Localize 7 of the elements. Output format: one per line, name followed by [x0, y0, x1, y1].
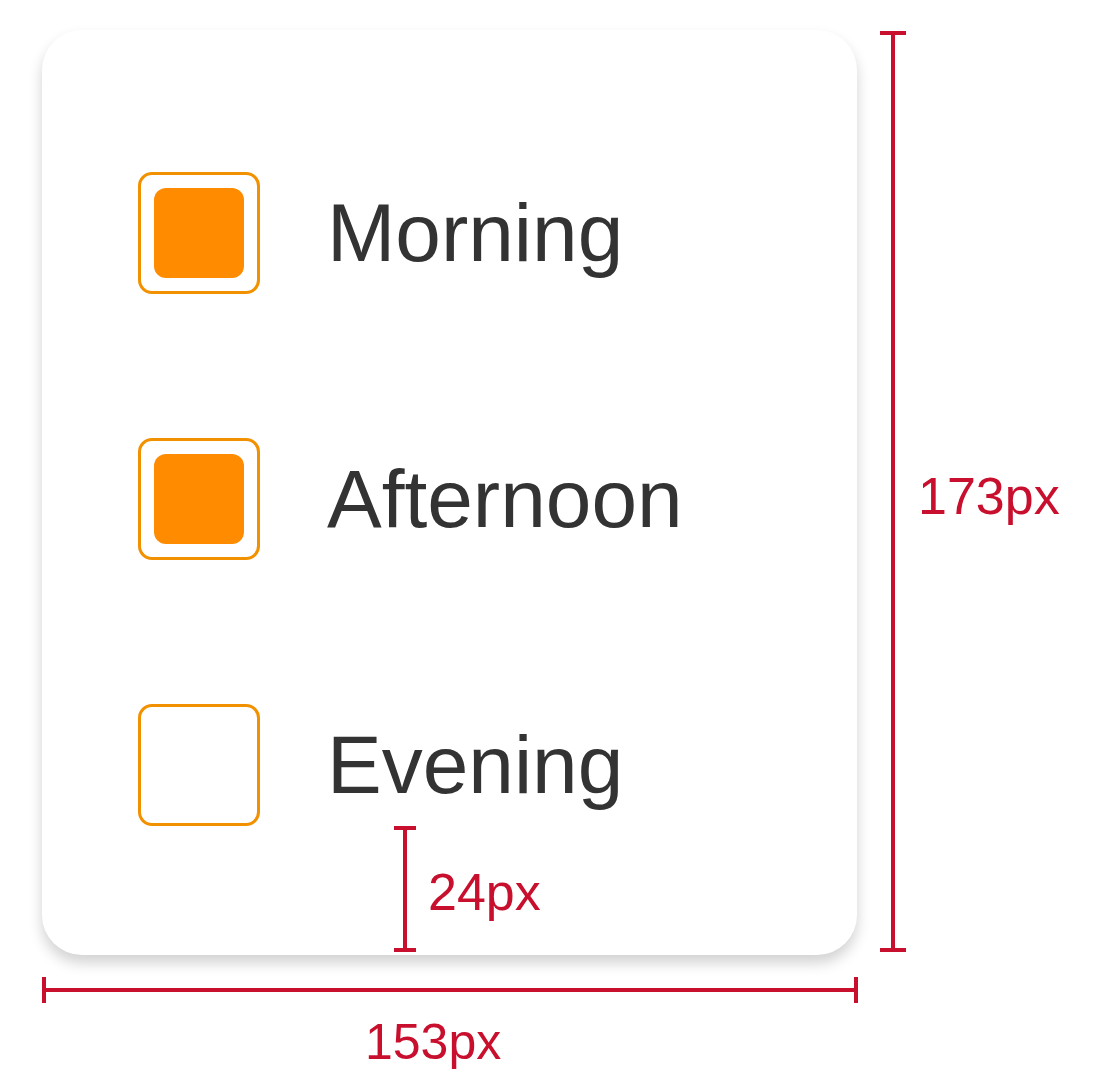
option-label: Morning	[327, 185, 624, 280]
checkbox[interactable]	[138, 438, 260, 560]
option-label: Afternoon	[327, 451, 683, 546]
option-label: Evening	[327, 717, 624, 812]
checkbox[interactable]	[138, 172, 260, 294]
width-label: 153px	[365, 1013, 502, 1072]
checkbox[interactable]	[138, 704, 260, 826]
